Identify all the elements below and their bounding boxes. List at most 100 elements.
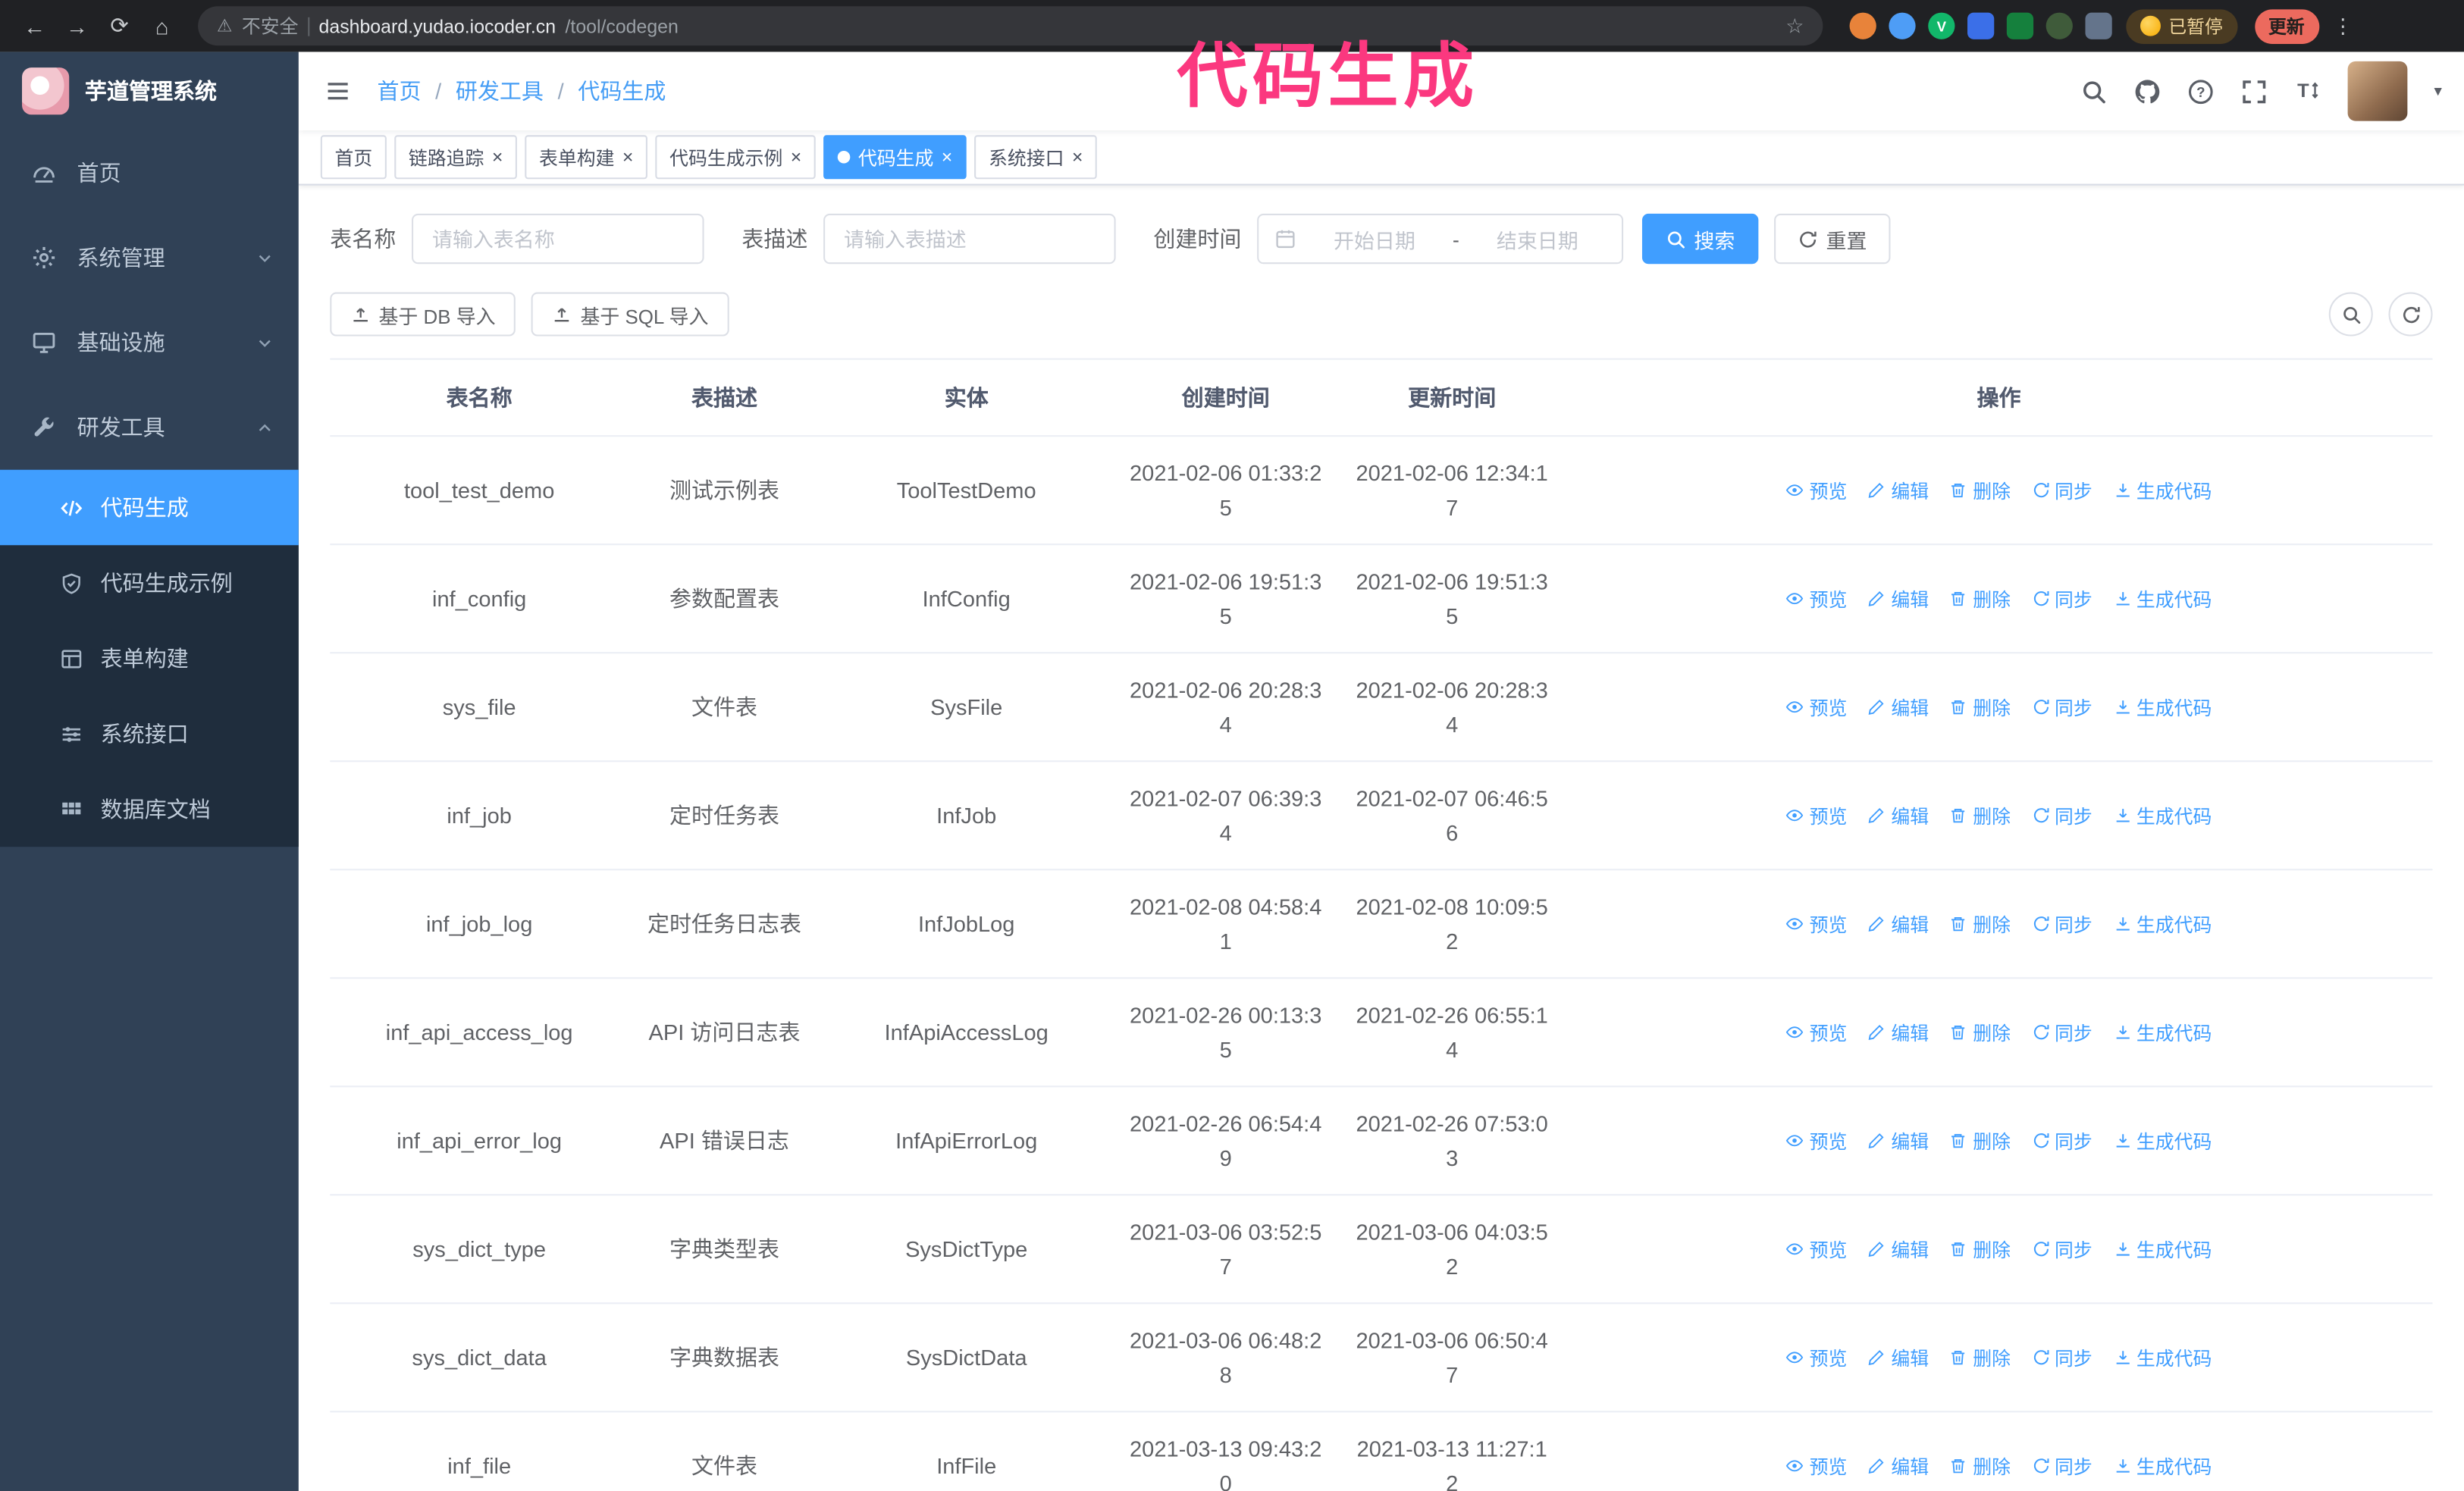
sync-link[interactable]: 同步 xyxy=(2031,910,2093,937)
sidebar-item-infra[interactable]: 基础设施 xyxy=(0,300,299,385)
breadcrumb-devtools[interactable]: 研发工具 xyxy=(456,75,544,106)
delete-link[interactable]: 删除 xyxy=(1949,802,2011,829)
hamburger-icon[interactable] xyxy=(299,77,378,105)
browser-refresh-icon[interactable]: ⟳ xyxy=(101,7,139,45)
extension-icon[interactable] xyxy=(1849,12,1876,39)
font-size-icon[interactable]: T xyxy=(2294,78,2321,105)
tag-close-icon[interactable]: × xyxy=(1072,148,1083,167)
date-end-placeholder[interactable]: 结束日期 xyxy=(1469,224,1606,253)
preview-link[interactable]: 预览 xyxy=(1786,1019,1847,1045)
generate-code-link[interactable]: 生成代码 xyxy=(2113,694,2212,720)
extension-icon[interactable] xyxy=(1967,12,1995,39)
delete-link[interactable]: 删除 xyxy=(1949,477,2011,503)
edit-link[interactable]: 编辑 xyxy=(1867,802,1929,829)
browser-forward-icon[interactable]: → xyxy=(58,7,96,45)
sync-link[interactable]: 同步 xyxy=(2031,477,2093,503)
toggle-search-button[interactable] xyxy=(2328,292,2373,337)
delete-link[interactable]: 删除 xyxy=(1949,585,2011,612)
extension-icon[interactable]: V xyxy=(1928,12,1955,39)
delete-link[interactable]: 删除 xyxy=(1949,1344,2011,1370)
edit-link[interactable]: 编辑 xyxy=(1867,1452,1929,1479)
edit-link[interactable]: 编辑 xyxy=(1867,910,1929,937)
sidebar-item-codegen-example[interactable]: 代码生成示例 xyxy=(0,545,299,620)
fullscreen-icon[interactable] xyxy=(2241,78,2268,105)
sync-link[interactable]: 同步 xyxy=(2031,1452,2093,1479)
sync-link[interactable]: 同步 xyxy=(2031,1019,2093,1045)
preview-link[interactable]: 预览 xyxy=(1786,1452,1847,1479)
address-bar[interactable]: ⚠ 不安全 dashboard.yudao.iocoder.cn/tool/co… xyxy=(198,6,1823,46)
extension-icon[interactable] xyxy=(2006,12,2034,39)
preview-link[interactable]: 预览 xyxy=(1786,1344,1847,1370)
generate-code-link[interactable]: 生成代码 xyxy=(2113,585,2212,612)
refresh-table-button[interactable] xyxy=(2388,292,2433,337)
tab-tag[interactable]: 链路追踪 × xyxy=(394,135,518,180)
question-icon[interactable]: ? xyxy=(2187,78,2214,105)
browser-home-icon[interactable]: ⌂ xyxy=(143,7,181,45)
user-avatar[interactable] xyxy=(2347,61,2408,121)
tab-tag[interactable]: 首页 xyxy=(320,135,387,180)
preview-link[interactable]: 预览 xyxy=(1786,910,1847,937)
delete-link[interactable]: 删除 xyxy=(1949,694,2011,720)
delete-link[interactable]: 删除 xyxy=(1949,1127,2011,1154)
generate-code-link[interactable]: 生成代码 xyxy=(2113,1452,2212,1479)
import-db-button[interactable]: 基于 DB 导入 xyxy=(330,292,516,337)
tab-tag[interactable]: 代码生成 × xyxy=(823,135,967,180)
tab-tag[interactable]: 代码生成示例 × xyxy=(655,135,816,180)
edit-link[interactable]: 编辑 xyxy=(1867,477,1929,503)
edit-link[interactable]: 编辑 xyxy=(1867,585,1929,612)
breadcrumb-home[interactable]: 首页 xyxy=(377,75,421,106)
sync-link[interactable]: 同步 xyxy=(2031,694,2093,720)
puzzle-extension-icon[interactable] xyxy=(2085,12,2112,39)
tag-close-icon[interactable]: × xyxy=(492,148,503,167)
generate-code-link[interactable]: 生成代码 xyxy=(2113,1019,2212,1045)
edit-link[interactable]: 编辑 xyxy=(1867,694,1929,720)
delete-link[interactable]: 删除 xyxy=(1949,1019,2011,1045)
preview-link[interactable]: 预览 xyxy=(1786,802,1847,829)
generate-code-link[interactable]: 生成代码 xyxy=(2113,1236,2212,1262)
table-desc-input[interactable] xyxy=(823,213,1116,265)
delete-link[interactable]: 删除 xyxy=(1949,910,2011,937)
search-icon[interactable] xyxy=(2080,78,2107,105)
generate-code-link[interactable]: 生成代码 xyxy=(2113,477,2212,503)
sidebar-item-system-api[interactable]: 系统接口 xyxy=(0,696,299,771)
profile-paused-badge[interactable]: 已暂停 xyxy=(2126,8,2237,43)
preview-link[interactable]: 预览 xyxy=(1786,1127,1847,1154)
sidebar-item-home[interactable]: 首页 xyxy=(0,130,299,215)
tab-tag[interactable]: 系统接口 × xyxy=(974,135,1098,180)
delete-link[interactable]: 删除 xyxy=(1949,1236,2011,1262)
edit-link[interactable]: 编辑 xyxy=(1867,1019,1929,1045)
sync-link[interactable]: 同步 xyxy=(2031,1236,2093,1262)
reset-button[interactable]: 重置 xyxy=(1774,213,1891,265)
delete-link[interactable]: 删除 xyxy=(1949,1452,2011,1479)
sidebar-item-form-builder[interactable]: 表单构建 xyxy=(0,621,299,696)
generate-code-link[interactable]: 生成代码 xyxy=(2113,1344,2212,1370)
tab-tag[interactable]: 表单构建 × xyxy=(525,135,648,180)
tag-close-icon[interactable]: × xyxy=(942,148,953,167)
sync-link[interactable]: 同步 xyxy=(2031,1344,2093,1370)
date-range-picker[interactable]: 开始日期 - 结束日期 xyxy=(1257,213,1624,265)
generate-code-link[interactable]: 生成代码 xyxy=(2113,910,2212,937)
import-sql-button[interactable]: 基于 SQL 导入 xyxy=(531,292,729,337)
search-button[interactable]: 搜索 xyxy=(1641,213,1759,265)
sidebar-item-devtools[interactable]: 研发工具 xyxy=(0,385,299,470)
tag-close-icon[interactable]: × xyxy=(622,148,634,167)
sidebar-item-db-docs[interactable]: 数据库文档 xyxy=(0,772,299,847)
browser-menu-icon[interactable]: ⋮ xyxy=(2333,14,2353,39)
date-start-placeholder[interactable]: 开始日期 xyxy=(1306,224,1443,253)
sidebar-item-system[interactable]: 系统管理 xyxy=(0,215,299,300)
tag-close-icon[interactable]: × xyxy=(791,148,802,167)
sidebar-item-codegen[interactable]: 代码生成 xyxy=(0,469,299,546)
generate-code-link[interactable]: 生成代码 xyxy=(2113,1127,2212,1154)
preview-link[interactable]: 预览 xyxy=(1786,1236,1847,1262)
generate-code-link[interactable]: 生成代码 xyxy=(2113,802,2212,829)
preview-link[interactable]: 预览 xyxy=(1786,694,1847,720)
github-icon[interactable] xyxy=(2134,78,2161,105)
browser-update-button[interactable]: 更新 xyxy=(2254,8,2319,43)
sync-link[interactable]: 同步 xyxy=(2031,802,2093,829)
sync-link[interactable]: 同步 xyxy=(2031,585,2093,612)
edit-link[interactable]: 编辑 xyxy=(1867,1127,1929,1154)
table-name-input[interactable] xyxy=(412,213,704,265)
sync-link[interactable]: 同步 xyxy=(2031,1127,2093,1154)
extension-icon[interactable] xyxy=(2045,12,2073,39)
bookmark-star-icon[interactable]: ☆ xyxy=(1785,14,1804,39)
